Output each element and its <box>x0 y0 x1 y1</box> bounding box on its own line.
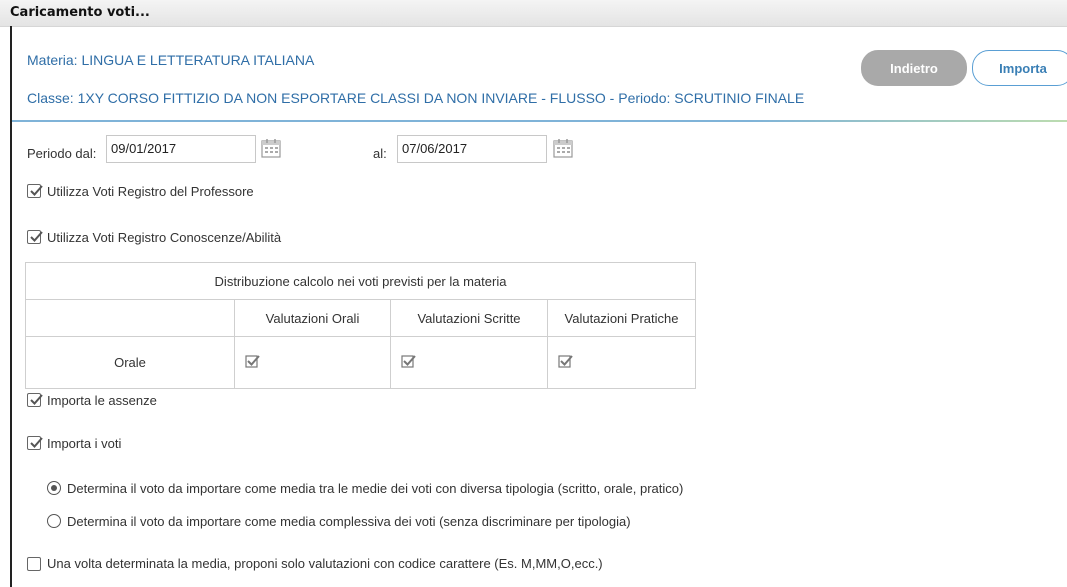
registro-conoscenze-label: Utilizza Voti Registro Conoscenze/Abilit… <box>47 230 282 245</box>
checkmark-icon <box>401 355 416 368</box>
subject-label: Materia: LINGUA E LETTERATURA ITALIANA <box>27 52 315 68</box>
codice-carattere-checkbox[interactable] <box>27 557 41 571</box>
checkmark-icon <box>245 355 260 368</box>
importa-assenze-label: Importa le assenze <box>47 393 157 408</box>
calendar-icon[interactable] <box>552 137 574 159</box>
period-from-label: Periodo dal: <box>27 146 97 161</box>
back-button[interactable]: Indietro <box>861 50 967 86</box>
orali-cell <box>234 336 391 389</box>
header-divider <box>12 120 1067 122</box>
class-label: Classe: 1XY CORSO FITTIZIO DA NON ESPORT… <box>27 90 805 106</box>
checkmark-icon <box>30 185 43 196</box>
importa-voti-checkbox[interactable] <box>27 436 43 450</box>
window-title: Caricamento voti... <box>10 5 150 20</box>
media-tipologia-label: Determina il voto da importare come medi… <box>67 481 684 496</box>
column-header: Valutazioni Scritte <box>390 299 548 337</box>
registro-conoscenze-checkbox[interactable] <box>27 230 43 244</box>
window-titlebar: Caricamento voti... <box>0 0 1067 27</box>
table-row: Orale <box>25 336 696 389</box>
column-header: Valutazioni Pratiche <box>547 299 696 337</box>
media-complessiva-radio[interactable] <box>47 514 61 528</box>
importa-voti-label: Importa i voti <box>47 436 122 451</box>
table-header-empty <box>25 299 235 337</box>
checkmark-icon <box>30 231 43 242</box>
media-tipologia-radio[interactable] <box>47 481 61 495</box>
checkmark-icon <box>30 437 43 448</box>
distribution-table-title: Distribuzione calcolo nei voti previsti … <box>25 262 696 300</box>
left-border <box>10 26 12 587</box>
pratiche-cell <box>547 336 696 389</box>
period-to-label: al: <box>373 146 387 161</box>
column-header: Valutazioni Orali <box>234 299 391 337</box>
codice-carattere-label: Una volta determinata la media, proponi … <box>47 556 603 571</box>
pratiche-checkbox[interactable] <box>558 353 573 368</box>
scritte-checkbox[interactable] <box>401 353 416 368</box>
calendar-icon[interactable] <box>260 137 282 159</box>
orali-checkbox[interactable] <box>245 353 260 368</box>
checkmark-icon <box>30 394 43 405</box>
import-button[interactable]: Importa <box>972 50 1067 86</box>
distribution-table: Distribuzione calcolo nei voti previsti … <box>25 262 696 389</box>
period-to-input[interactable]: 07/06/2017 <box>397 135 547 163</box>
registro-professore-checkbox[interactable] <box>27 184 43 198</box>
media-complessiva-label: Determina il voto da importare come medi… <box>67 514 631 529</box>
importa-assenze-checkbox[interactable] <box>27 393 43 407</box>
scritte-cell <box>390 336 548 389</box>
period-from-input[interactable]: 09/01/2017 <box>106 135 256 163</box>
row-label: Orale <box>25 336 235 389</box>
checkmark-icon <box>558 355 573 368</box>
registro-professore-label: Utilizza Voti Registro del Professore <box>47 184 254 199</box>
